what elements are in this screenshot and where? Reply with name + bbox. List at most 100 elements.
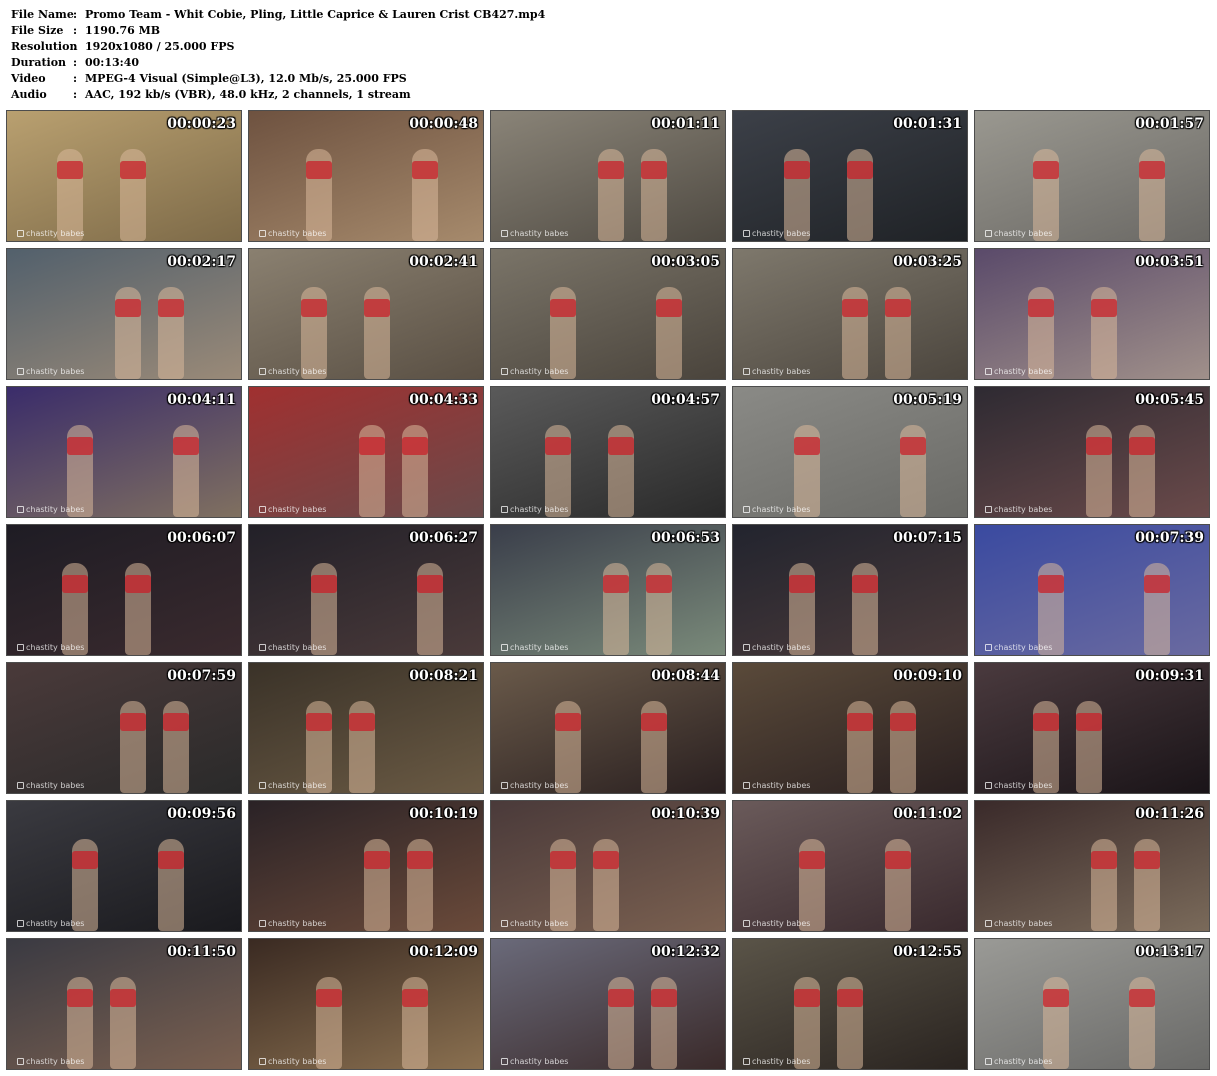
- watermark-logo-icon: [259, 230, 266, 237]
- red-top-shape: [1038, 575, 1064, 593]
- watermark-logo-icon: [743, 920, 750, 927]
- thumbnail-timestamp: 00:09:31: [1135, 668, 1204, 684]
- video-thumbnail: 00:11:50 chastity babes: [6, 938, 242, 1070]
- watermark-text: chastity babes: [510, 1057, 569, 1066]
- thumbnail-timestamp: 00:03:25: [893, 254, 962, 270]
- watermark-text: chastity babes: [994, 367, 1053, 376]
- video-thumbnail: 00:03:51 chastity babes: [974, 248, 1210, 380]
- thumbnail-timestamp: 00:11:02: [893, 806, 962, 822]
- red-top-shape: [593, 851, 619, 869]
- watermark-logo-icon: [501, 1058, 508, 1065]
- watermark-text: chastity babes: [268, 919, 327, 928]
- watermark-logo-icon: [743, 782, 750, 789]
- red-top-shape: [306, 161, 332, 179]
- watermark: chastity babes: [985, 643, 1052, 652]
- thumbnail-timestamp: 00:11:26: [1135, 806, 1204, 822]
- thumbnail-timestamp: 00:10:39: [651, 806, 720, 822]
- video-thumbnail: 00:10:39 chastity babes: [490, 800, 726, 932]
- watermark-text: chastity babes: [510, 229, 569, 238]
- thumbnail-timestamp: 00:07:39: [1135, 530, 1204, 546]
- watermark-logo-icon: [501, 230, 508, 237]
- watermark: chastity babes: [985, 919, 1052, 928]
- thumbnail-timestamp: 00:05:45: [1135, 392, 1204, 408]
- info-value: 1920x1080 / 25.000 FPS: [85, 40, 235, 53]
- watermark: chastity babes: [17, 1057, 84, 1066]
- watermark-text: chastity babes: [752, 229, 811, 238]
- video-thumbnail: 00:11:26 chastity babes: [974, 800, 1210, 932]
- red-top-shape: [364, 299, 390, 317]
- red-top-shape: [417, 575, 443, 593]
- watermark-logo-icon: [259, 644, 266, 651]
- info-row: Audio: AAC, 192 kb/s (VBR), 48.0 kHz, 2 c…: [11, 87, 545, 103]
- video-thumbnail: 00:11:02 chastity babes: [732, 800, 968, 932]
- watermark-logo-icon: [985, 506, 992, 513]
- watermark-logo-icon: [501, 782, 508, 789]
- watermark: chastity babes: [743, 505, 810, 514]
- watermark-text: chastity babes: [26, 367, 85, 376]
- info-separator: :: [73, 72, 78, 85]
- watermark-logo-icon: [743, 230, 750, 237]
- watermark: chastity babes: [17, 505, 84, 514]
- thumbnail-timestamp: 00:11:50: [167, 944, 236, 960]
- thumbnail-timestamp: 00:06:53: [651, 530, 720, 546]
- red-top-shape: [1129, 437, 1155, 455]
- watermark-text: chastity babes: [26, 781, 85, 790]
- watermark-text: chastity babes: [268, 1057, 327, 1066]
- thumbnail-timestamp: 00:01:11: [651, 116, 720, 132]
- red-top-shape: [608, 989, 634, 1007]
- watermark-logo-icon: [985, 368, 992, 375]
- red-top-shape: [545, 437, 571, 455]
- video-thumbnail: 00:10:19 chastity babes: [248, 800, 484, 932]
- watermark-logo-icon: [17, 368, 24, 375]
- info-row: File Size:1190.76 MB: [11, 23, 545, 39]
- watermark-logo-icon: [17, 506, 24, 513]
- thumbnail-timestamp: 00:04:57: [651, 392, 720, 408]
- watermark-logo-icon: [985, 644, 992, 651]
- watermark: chastity babes: [17, 919, 84, 928]
- thumbnail-timestamp: 00:02:41: [409, 254, 478, 270]
- thumbnail-timestamp: 00:03:05: [651, 254, 720, 270]
- red-top-shape: [402, 989, 428, 1007]
- watermark-text: chastity babes: [994, 1057, 1053, 1066]
- watermark-logo-icon: [985, 1058, 992, 1065]
- watermark-logo-icon: [17, 920, 24, 927]
- watermark: chastity babes: [259, 505, 326, 514]
- video-thumbnail: 00:01:11 chastity babes: [490, 110, 726, 242]
- red-top-shape: [72, 851, 98, 869]
- red-top-shape: [794, 989, 820, 1007]
- video-thumbnail: 00:00:48 chastity babes: [248, 110, 484, 242]
- thumbnail-timestamp: 00:02:17: [167, 254, 236, 270]
- red-top-shape: [1091, 299, 1117, 317]
- thumbnail-timestamp: 00:04:33: [409, 392, 478, 408]
- red-top-shape: [842, 299, 868, 317]
- watermark: chastity babes: [985, 367, 1052, 376]
- red-top-shape: [110, 989, 136, 1007]
- watermark: chastity babes: [259, 781, 326, 790]
- thumbnail-grid: 00:00:23 chastity babes 00:00:48 chastity b…: [6, 110, 1210, 1070]
- red-top-shape: [407, 851, 433, 869]
- watermark-text: chastity babes: [268, 781, 327, 790]
- info-value: MPEG-4 Visual (Simple@L3), 12.0 Mb/s, 25…: [85, 72, 407, 85]
- thumbnail-timestamp: 00:09:10: [893, 668, 962, 684]
- info-value: 1190.76 MB: [85, 24, 161, 37]
- watermark-text: chastity babes: [268, 505, 327, 514]
- red-top-shape: [67, 437, 93, 455]
- info-label: Audio: [11, 88, 47, 101]
- red-top-shape: [125, 575, 151, 593]
- red-top-shape: [120, 161, 146, 179]
- watermark: chastity babes: [501, 643, 568, 652]
- watermark-text: chastity babes: [752, 781, 811, 790]
- watermark-text: chastity babes: [26, 505, 85, 514]
- watermark-text: chastity babes: [994, 781, 1053, 790]
- watermark-logo-icon: [501, 506, 508, 513]
- red-top-shape: [550, 299, 576, 317]
- thumbnail-timestamp: 00:06:07: [167, 530, 236, 546]
- red-top-shape: [656, 299, 682, 317]
- watermark-logo-icon: [259, 368, 266, 375]
- red-top-shape: [651, 989, 677, 1007]
- watermark-text: chastity babes: [26, 1057, 85, 1066]
- red-top-shape: [402, 437, 428, 455]
- watermark: chastity babes: [985, 1057, 1052, 1066]
- watermark: chastity babes: [985, 505, 1052, 514]
- info-label: File Size: [11, 24, 64, 37]
